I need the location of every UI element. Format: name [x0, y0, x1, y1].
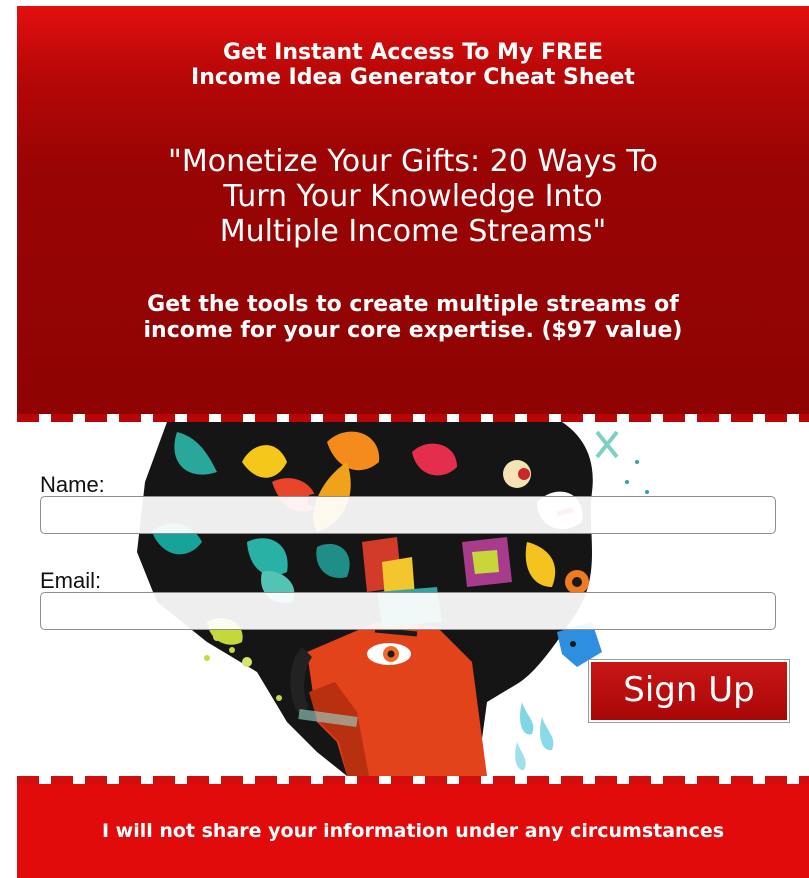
optin-header: Get Instant Access To My FREE Income Ide…	[17, 6, 809, 414]
email-label: Email:	[40, 568, 102, 593]
dashed-divider-top	[17, 414, 809, 422]
privacy-notice: I will not share your information under …	[101, 820, 725, 842]
offer-headline: Get Instant Access To My FREE Income Ide…	[191, 40, 635, 90]
offer-title: "Monetize Your Gifts: 20 Ways To Turn Yo…	[168, 144, 658, 249]
email-input[interactable]	[40, 592, 776, 630]
sign-up-button[interactable]: Sign Up	[588, 659, 790, 723]
offer-subtitle: Get the tools to create multiple streams…	[143, 292, 683, 343]
optin-footer: I will not share your information under …	[17, 784, 809, 878]
dashed-divider-bottom	[17, 776, 809, 784]
name-input[interactable]	[40, 496, 776, 534]
optin-widget: Get Instant Access To My FREE Income Ide…	[17, 6, 809, 878]
optin-form-area: Name: Email: Sign Up	[17, 422, 809, 776]
name-label: Name:	[40, 472, 105, 497]
